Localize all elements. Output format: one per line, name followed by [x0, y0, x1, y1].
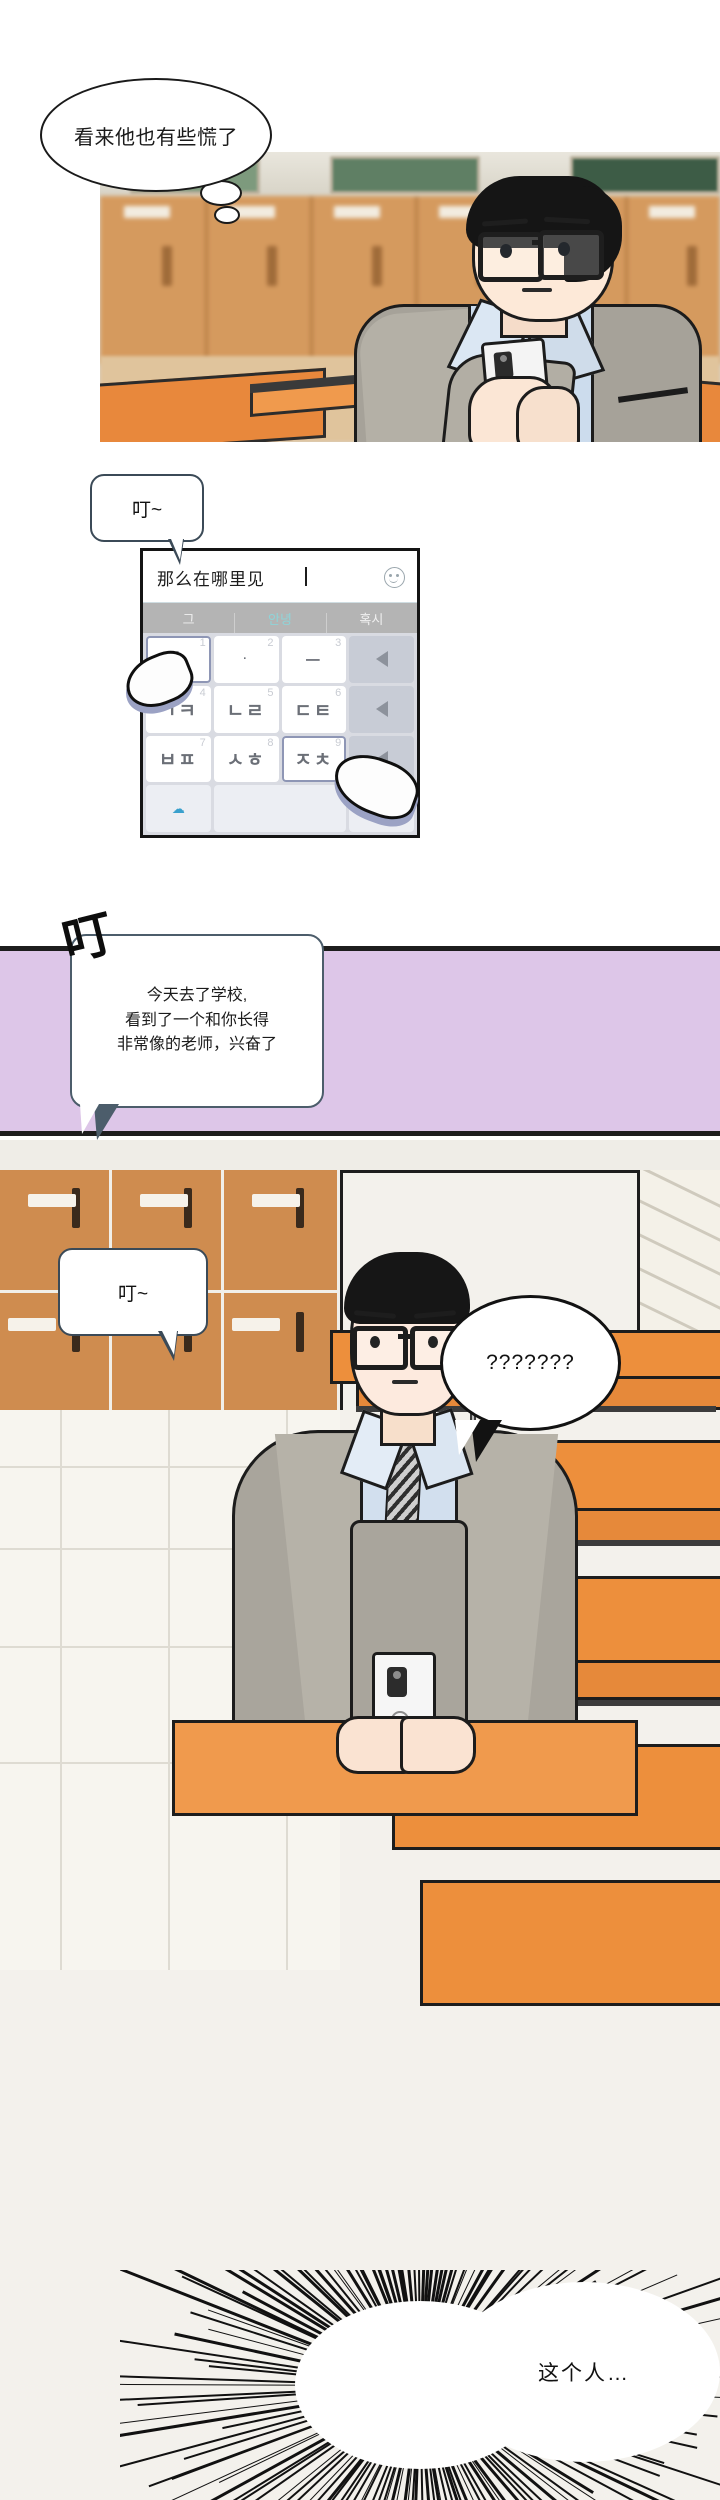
glasses-icon: [352, 1326, 408, 1370]
key-number: 5: [267, 687, 273, 699]
glasses-icon: [538, 230, 604, 280]
message-line-1: 看到了一个和你长得: [117, 1009, 277, 1034]
message-input-bar[interactable]: 那么在哪里见: [143, 551, 417, 603]
key-number: 8: [267, 737, 273, 749]
ding-bubble-2-text: 叮~: [118, 1279, 148, 1306]
suggestion-item-2[interactable]: 혹시: [326, 609, 417, 628]
key-glyph: ㅡ: [306, 647, 323, 671]
phone-camera-icon: [387, 1667, 407, 1697]
hand: [400, 1716, 476, 1774]
shock-bubble-text: 这个人…: [538, 2357, 630, 2387]
key-glyph: ㄴㄹ: [227, 696, 266, 723]
bubble-tail: [158, 1331, 178, 1361]
suggestion-bar: 그 안녕 혹시: [143, 603, 417, 633]
key-dot[interactable]: 2 ·: [214, 636, 279, 683]
thought-dot: [214, 206, 240, 224]
hand: [516, 386, 580, 442]
ceiling: [0, 1140, 720, 1173]
message-line-2: 非常像的老师，兴奋了: [117, 1033, 277, 1058]
key-siot-hieut[interactable]: 8 ㅅㅎ: [214, 736, 279, 783]
key-bieup-pieup[interactable]: 7 ㅂㅍ: [146, 736, 211, 783]
space-key[interactable]: [214, 785, 347, 832]
backspace-icon[interactable]: [349, 636, 414, 683]
backspace-icon[interactable]: [349, 686, 414, 733]
key-number: 6: [335, 687, 341, 699]
ding-bubble-1: 叮~: [90, 474, 204, 542]
key-number: 7: [200, 737, 206, 749]
key-glyph: ㅈㅊ: [294, 745, 333, 772]
thought-bubble-1-text: 看来他也有些慌了: [74, 121, 238, 150]
thought-bubble-1: 看来他也有些慌了: [40, 78, 272, 192]
key-number: 9: [335, 737, 341, 749]
smiley-icon[interactable]: [384, 567, 405, 588]
desk: [420, 1880, 720, 2006]
suggestion-item-1[interactable]: 안녕: [234, 609, 325, 628]
key-glyph: ㄷㅌ: [294, 696, 333, 723]
question-bubble-text: ???????: [486, 1351, 575, 1375]
character-man: [350, 180, 700, 442]
globe-icon[interactable]: ☁: [146, 785, 211, 832]
key-number: 1: [200, 637, 206, 649]
message-line-0: 今天去了学校,: [117, 984, 277, 1009]
question-bubble: ???????: [440, 1295, 621, 1431]
key-eu[interactable]: 3 ㅡ: [282, 636, 347, 683]
text-caret: [305, 567, 307, 586]
webtoon-page: 看来他也有些慌了 那么在哪里见 그 안녕 혹시 1 ㅣ 2 · 3 ㅡ: [0, 0, 720, 2500]
bubble-tail: [471, 1420, 502, 1462]
bubble-tail: [168, 539, 184, 565]
key-glyph: ·: [243, 653, 249, 665]
suggestion-item-0[interactable]: 그: [143, 609, 234, 628]
key-nieun-rieul[interactable]: 5 ㄴㄹ: [214, 686, 279, 733]
phone-camera-icon: [493, 351, 513, 378]
ding-bubble-2: 叮~: [58, 1248, 208, 1336]
key-digeut-tieut[interactable]: 6 ㄷㅌ: [282, 686, 347, 733]
key-number: 3: [335, 637, 341, 649]
message-input-value: 那么在哪里见: [157, 565, 265, 590]
panel-classroom-closeup: [100, 152, 720, 442]
key-number: 4: [200, 687, 206, 699]
key-glyph: ㅂㅍ: [159, 745, 198, 772]
bubble-tail: [94, 1104, 119, 1140]
ding-bubble-1-text: 叮~: [132, 495, 162, 522]
key-glyph: ㅅㅎ: [227, 745, 266, 772]
message-bubble-text: 今天去了学校, 看到了一个和你长得 非常像的老师，兴奋了: [117, 984, 277, 1058]
shock-bubble: 这个人…: [448, 2282, 720, 2462]
key-number: 2: [267, 637, 273, 649]
